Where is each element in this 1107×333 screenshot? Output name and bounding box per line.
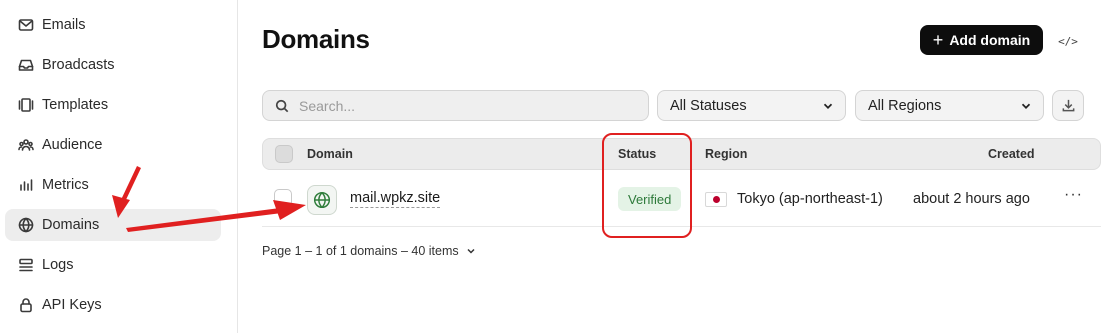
bar-chart-icon [17,176,35,194]
column-header-region: Region [705,147,748,161]
more-actions-icon[interactable]: ··· [1064,186,1083,204]
mail-icon [17,16,35,34]
download-icon [1062,99,1074,112]
sidebar-item-label: Audience [42,137,103,153]
lock-icon [17,296,35,314]
status-filter-select[interactable]: All Statuses [657,90,846,121]
sidebar-item-emails[interactable]: Emails [5,9,221,41]
chevron-down-icon [467,248,475,254]
sidebar: Emails Broadcasts Templates Audience Met… [0,0,238,333]
domain-link[interactable]: mail.wpkz.site [350,190,441,208]
annotation-highlight-box [602,133,692,238]
sidebar-item-label: Logs [42,257,74,273]
sidebar-item-templates[interactable]: Templates [5,89,221,121]
search-input[interactable]: Search... [262,90,649,121]
inbox-icon [17,56,35,74]
templates-icon [17,96,35,114]
region-filter-select[interactable]: All Regions [855,90,1044,121]
chevron-down-icon [1021,103,1031,109]
column-header-created: Created [988,147,1035,161]
add-domain-label: Add domain [949,32,1031,48]
download-button[interactable] [1052,90,1084,121]
pagination[interactable]: Page 1 – 1 of 1 domains – 40 items [262,244,477,258]
sidebar-item-label: Broadcasts [42,57,115,73]
region-filter-value: All Regions [868,97,942,114]
region-cell: Tokyo (ap-northeast-1) [737,191,883,207]
sidebar-item-label: API Keys [42,297,102,313]
created-cell: about 2 hours ago [913,191,1030,207]
search-placeholder: Search... [299,97,356,114]
sidebar-item-label: Domains [42,217,100,233]
japan-flag-icon [705,192,727,207]
list-icon [17,256,35,274]
select-all-checkbox[interactable] [275,145,293,163]
plus-icon: + [932,30,944,50]
sidebar-item-label: Templates [42,97,109,113]
users-icon [17,136,35,154]
sidebar-item-label: Metrics [42,177,89,193]
sidebar-item-domains[interactable]: Domains [5,209,221,241]
chevron-down-icon [823,103,833,109]
sidebar-item-metrics[interactable]: Metrics [5,169,221,201]
sidebar-item-audience[interactable]: Audience [5,129,221,161]
sidebar-item-broadcasts[interactable]: Broadcasts [5,49,221,81]
add-domain-button[interactable]: + Add domain [920,25,1043,55]
sidebar-item-logs[interactable]: Logs [5,249,221,281]
page-title: Domains [262,24,370,54]
sidebar-item-api-keys[interactable]: API Keys [5,289,221,321]
column-header-domain: Domain [307,147,353,161]
code-icon[interactable]: </> [1055,28,1081,54]
row-checkbox[interactable] [274,189,292,207]
domain-globe-icon [307,185,337,215]
globe-icon [17,216,35,234]
sidebar-item-label: Emails [42,17,86,33]
pagination-text: Page 1 – 1 of 1 domains – 40 items [262,244,459,258]
search-icon [275,99,289,112]
status-filter-value: All Statuses [670,97,747,114]
